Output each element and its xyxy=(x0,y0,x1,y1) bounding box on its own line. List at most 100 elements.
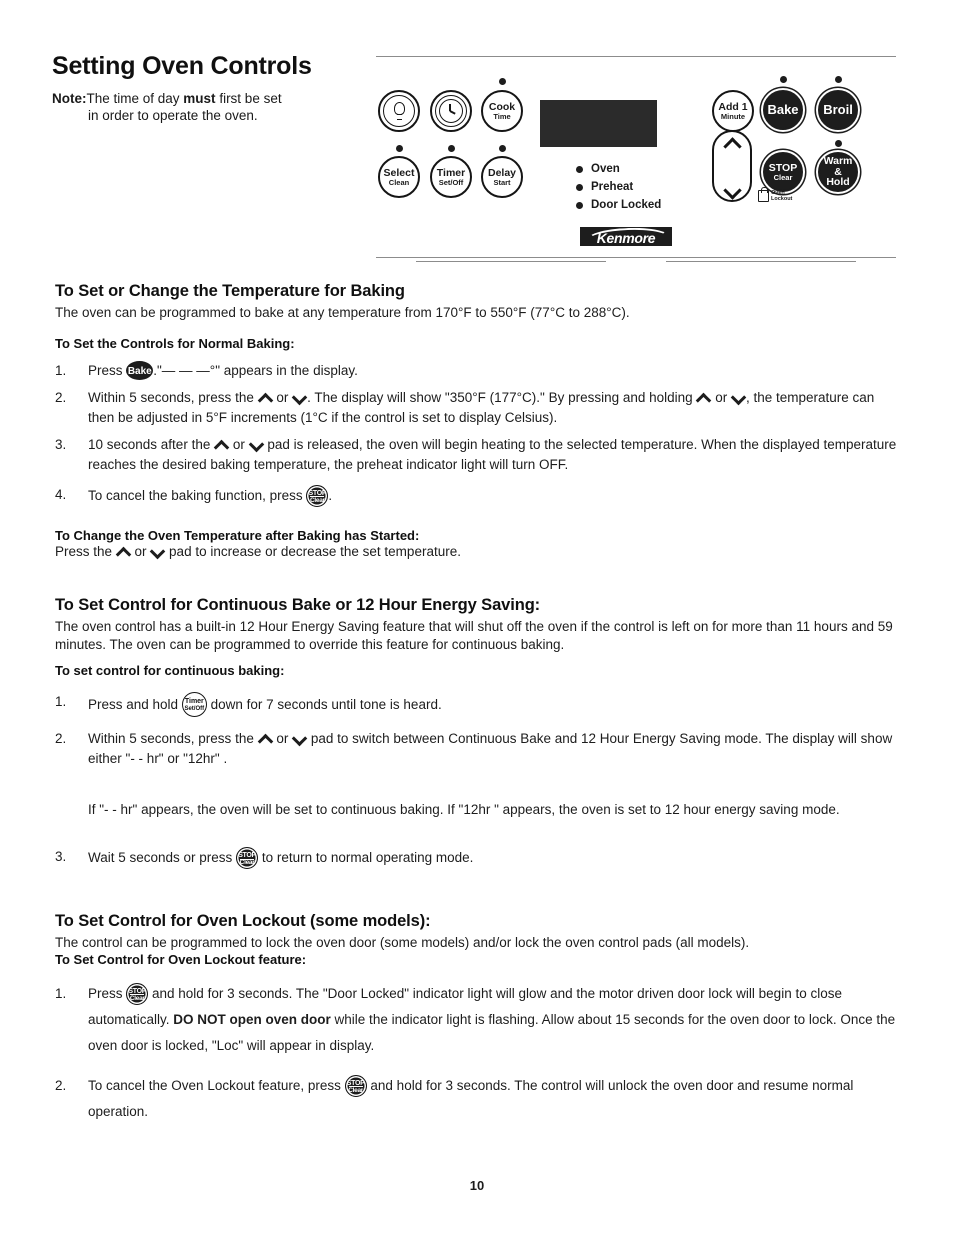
inline-up-arrow-icon[interactable] xyxy=(258,391,273,404)
inline-up-arrow-icon[interactable] xyxy=(696,391,711,404)
inline-down-arrow-icon[interactable] xyxy=(731,391,746,404)
indicator-light-list: Oven Preheat Door Locked xyxy=(576,160,661,214)
step-lockout-1-before: Press xyxy=(88,985,127,1001)
step-continuous-2-number: 2. xyxy=(55,731,67,746)
inline-down-arrow-icon[interactable] xyxy=(249,438,264,451)
step-baking-3: 3. 10 seconds after the or pad is release… xyxy=(55,435,900,475)
led-cook-time xyxy=(499,78,506,85)
panel-key-cook-time[interactable]: Cook Time xyxy=(481,90,523,132)
section-heading-baking: To Set or Change the Temperature for Bak… xyxy=(55,282,405,300)
panel-key-warm-line1: Warm & xyxy=(823,154,853,178)
inline-key-stop-clear[interactable]: STOP Clear xyxy=(236,847,259,869)
inline-up-arrow-icon[interactable] xyxy=(116,545,131,558)
step-baking-1-text-before: Press xyxy=(88,362,127,378)
panel-key-select-clean-line1: Select xyxy=(383,166,415,179)
step-continuous-1-before: Press and hold xyxy=(88,697,182,712)
panel-key-select-clean[interactable]: Select Clean xyxy=(378,156,420,198)
panel-key-clock[interactable] xyxy=(430,90,472,132)
steps-oven-lockout: 1. Press STOP Clear and hold for 3 seconds… xyxy=(55,981,900,1125)
inline-key-stop-line2: Clear xyxy=(348,1086,364,1094)
panel-arrow-pad[interactable] xyxy=(712,130,752,202)
change-temp-p3: pad to increase or decrease the set temp… xyxy=(165,543,461,559)
panel-key-stop-line1: STOP xyxy=(768,161,798,174)
inline-down-arrow-icon[interactable] xyxy=(292,391,307,404)
panel-key-timer-set-off[interactable]: Timer Set/Off xyxy=(430,156,472,198)
steps-continuous-baking-cont: 3. Wait 5 seconds or press STOP Clear to r… xyxy=(55,847,900,869)
step-baking-3-number: 3. xyxy=(55,436,67,452)
change-temp-p1: Press the xyxy=(55,543,116,559)
step-continuous-2: 2. Within 5 seconds, press the or pad to … xyxy=(55,729,900,769)
inline-key-stop-clear[interactable]: STOP Clear xyxy=(306,484,329,507)
indicator-door-locked-label: Door Locked xyxy=(591,199,662,211)
subheading-lockout-feature: To Set Control for Oven Lockout feature: xyxy=(55,951,307,967)
step-continuous-2-p2: or xyxy=(272,731,293,746)
inline-key-stop-line1: STOP xyxy=(238,852,256,859)
panel-key-delay-start[interactable]: Delay Start xyxy=(481,156,523,198)
step-baking-2-p4: or xyxy=(711,389,731,405)
step-baking-3-p1: 10 seconds after the xyxy=(88,436,215,452)
led-timer xyxy=(448,145,455,152)
note-text-2: first be set xyxy=(215,91,282,106)
indicator-door-locked-dot-icon xyxy=(576,201,583,209)
panel-key-warm-line2: Hold xyxy=(826,176,850,189)
panel-key-cook-time-line1: Cook xyxy=(488,100,516,113)
step-lockout-1-bold: DO NOT open oven door xyxy=(173,1011,331,1027)
panel-key-stop-line2: Clear xyxy=(773,172,793,182)
step-continuous-3-after: to return to normal operating mode. xyxy=(258,850,474,865)
header-zone: Setting Oven Controls Note:The time of d… xyxy=(0,0,954,272)
step-continuous-3-number: 3. xyxy=(55,849,67,864)
inline-key-stop-clear[interactable]: STOP Clear xyxy=(344,1074,367,1097)
clock-icon xyxy=(439,99,463,123)
step-baking-2-p1: Within 5 seconds, press the xyxy=(88,389,258,405)
panel-key-warm-hold[interactable]: Warm & Hold xyxy=(818,152,858,192)
step-continuous-1-number: 1. xyxy=(55,694,67,709)
panel-key-bake-label: Bake xyxy=(767,102,799,118)
step-baking-2: 2. Within 5 seconds, press the or . The d… xyxy=(55,388,900,428)
inline-up-arrow-icon[interactable] xyxy=(214,438,229,451)
panel-bottom-rule xyxy=(376,257,896,262)
oven-lockout-mark: Oven Lockout xyxy=(758,187,792,203)
inline-key-bake[interactable]: Bake xyxy=(126,360,154,380)
inline-key-stop-divider xyxy=(240,858,255,860)
panel-key-broil[interactable]: Broil xyxy=(818,90,858,130)
panel-key-timer-line1: Timer xyxy=(436,166,466,179)
panel-key-stop-clear[interactable]: STOP Clear xyxy=(763,152,803,192)
step-continuous-2-p1: Within 5 seconds, press the xyxy=(88,731,258,746)
inline-down-arrow-icon[interactable] xyxy=(292,732,307,745)
panel-key-bake[interactable]: Bake xyxy=(763,90,803,130)
inline-key-stop-line1: STOP xyxy=(346,1079,365,1087)
inline-key-stop-clear[interactable]: STOP Clear xyxy=(126,982,149,1005)
down-arrow-icon[interactable] xyxy=(724,183,741,193)
inline-down-arrow-icon[interactable] xyxy=(150,545,165,558)
step-baking-1-number: 1. xyxy=(55,362,67,378)
step-baking-3-p2: or xyxy=(229,436,249,452)
panel-key-oven-light[interactable] xyxy=(378,90,420,132)
step-baking-4: 4. To cancel the baking function, press S… xyxy=(55,484,900,507)
inline-up-arrow-icon[interactable] xyxy=(258,732,273,745)
note-label: Note: xyxy=(52,91,87,106)
step-lockout-1-number: 1. xyxy=(55,985,67,1001)
kenmore-logo-text: Kenmore xyxy=(596,229,656,246)
oven-control-panel-illustration: Cook Time Select Clean Timer Set/Off Del… xyxy=(368,52,898,267)
step-baking-2-number: 2. xyxy=(55,389,67,405)
panel-key-delay-line2: Start xyxy=(493,177,511,187)
indicator-oven: Oven xyxy=(576,160,661,178)
change-temp-paragraph: Press the or pad to increase or decrease… xyxy=(55,543,900,561)
kenmore-logo: Kenmore xyxy=(580,227,672,246)
step-lockout-2: 2. To cancel the Oven Lockout feature, pr… xyxy=(55,1073,900,1125)
page-content: To Set or Change the Temperature for Bak… xyxy=(55,282,900,1132)
step-baking-2-p2: or xyxy=(272,389,293,405)
note-text-line2: in order to operate the oven. xyxy=(88,108,258,123)
subheading-continuous-baking: To set control for continuous baking: xyxy=(55,663,285,678)
panel-key-select-clean-line2: Clean xyxy=(388,177,410,187)
panel-key-delay-line1: Delay xyxy=(487,166,517,179)
step-lockout-2-before: To cancel the Oven Lockout feature, pres… xyxy=(88,1077,345,1093)
led-select-clean xyxy=(396,145,403,152)
inline-key-stop-divider xyxy=(348,1086,363,1087)
panel-key-add-1-minute[interactable]: Add 1 Minute xyxy=(712,90,754,132)
section-intro-continuous: The oven control has a built-in 12 Hour … xyxy=(55,619,893,652)
up-arrow-icon[interactable] xyxy=(724,139,741,149)
inline-key-timer[interactable]: Timer Set/Off xyxy=(181,692,207,717)
step-baking-2-p3: . The display will show "350°F (177°C)."… xyxy=(307,389,697,405)
note-text-bold: must xyxy=(183,91,216,106)
